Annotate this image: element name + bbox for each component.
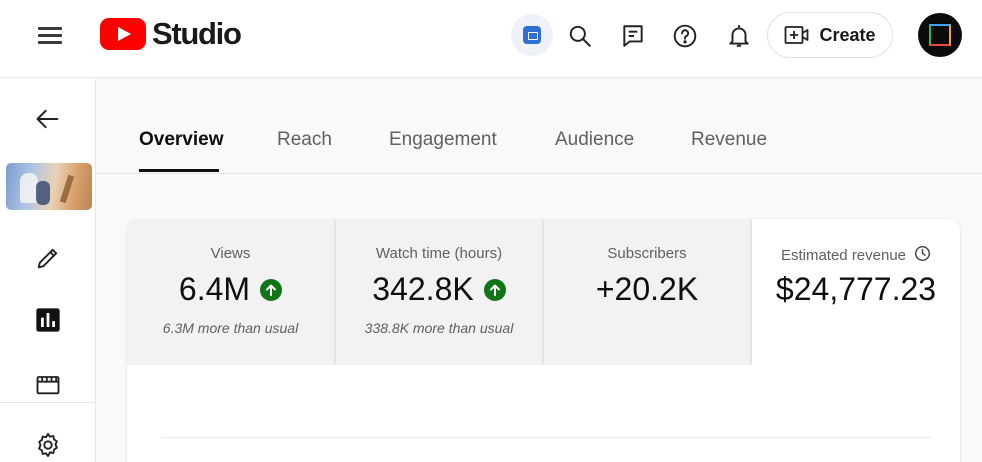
analytics-tabs: Overview Reach Engagement Audience Reven… — [97, 79, 982, 174]
overview-metrics-card: Views 6.4M 6.3M more than usual Watch ti… — [127, 219, 960, 462]
tab-engagement[interactable]: Engagement — [389, 129, 497, 151]
create-video-icon — [785, 26, 809, 44]
metric-subscribers[interactable]: Subscribers +20.2K — [544, 219, 750, 365]
metric-value: 6.4M — [178, 271, 251, 307]
metric-note: 6.3M more than usual — [162, 320, 299, 336]
metric-value-row: 6.4M — [127, 271, 334, 308]
trend-up-icon — [483, 278, 506, 301]
tab-audience[interactable]: Audience — [555, 129, 634, 151]
metric-value: 342.8K — [372, 271, 474, 307]
rail-divider — [0, 402, 96, 403]
metric-value: $24,777.23 — [775, 271, 937, 307]
help-icon[interactable] — [667, 18, 703, 54]
gear-icon[interactable] — [0, 431, 96, 459]
left-rail — [0, 79, 96, 462]
clapperboard-icon[interactable] — [0, 370, 96, 398]
youtube-logo-icon — [100, 18, 146, 50]
tab-revenue[interactable]: Revenue — [691, 129, 767, 151]
hamburger-menu-icon[interactable] — [36, 22, 64, 50]
main-content: Overview Reach Engagement Audience Reven… — [97, 79, 982, 462]
search-icon[interactable] — [562, 18, 598, 54]
studio-logo[interactable]: Studio — [100, 16, 242, 52]
metric-label-row: Estimated revenue — [752, 245, 960, 266]
metric-label: Views — [210, 245, 251, 262]
analytics-icon[interactable] — [0, 306, 96, 334]
logo-text: Studio — [152, 16, 242, 51]
trend-up-icon — [260, 278, 283, 301]
metric-estimated-revenue[interactable]: Estimated revenue $24,777.23 — [752, 219, 960, 365]
pencil-icon[interactable] — [0, 244, 96, 272]
metric-label: Subscribers — [607, 245, 687, 262]
create-button[interactable]: Create — [767, 12, 893, 58]
video-thumbnail[interactable] — [6, 163, 92, 210]
tab-reach[interactable]: Reach — [277, 129, 332, 151]
top-bar: Studio Create — [0, 0, 982, 78]
metric-note: 338.8K more than usual — [364, 320, 514, 336]
studio-app-icon[interactable] — [511, 14, 553, 56]
chart-baseline — [161, 437, 931, 438]
metric-value-row: +20.2K — [544, 271, 750, 308]
metric-views[interactable]: Views 6.4M 6.3M more than usual — [127, 219, 334, 365]
bell-icon[interactable] — [721, 18, 757, 54]
metric-label: Watch time (hours) — [375, 245, 503, 262]
tab-overview[interactable]: Overview — [139, 129, 224, 151]
metric-value-row: 342.8K — [336, 271, 542, 308]
metric-value-row: $24,777.23 — [752, 271, 960, 308]
create-button-label: Create — [819, 24, 876, 45]
account-avatar[interactable] — [918, 13, 962, 57]
metric-value: +20.2K — [595, 271, 699, 307]
metric-label: Estimated revenue — [780, 247, 907, 264]
metric-watch-time[interactable]: Watch time (hours) 342.8K 338.8K more th… — [336, 219, 542, 365]
feedback-icon[interactable] — [615, 18, 651, 54]
arrow-back-icon[interactable] — [0, 105, 96, 133]
clock-icon[interactable] — [914, 245, 931, 266]
active-tab-indicator — [139, 169, 219, 172]
